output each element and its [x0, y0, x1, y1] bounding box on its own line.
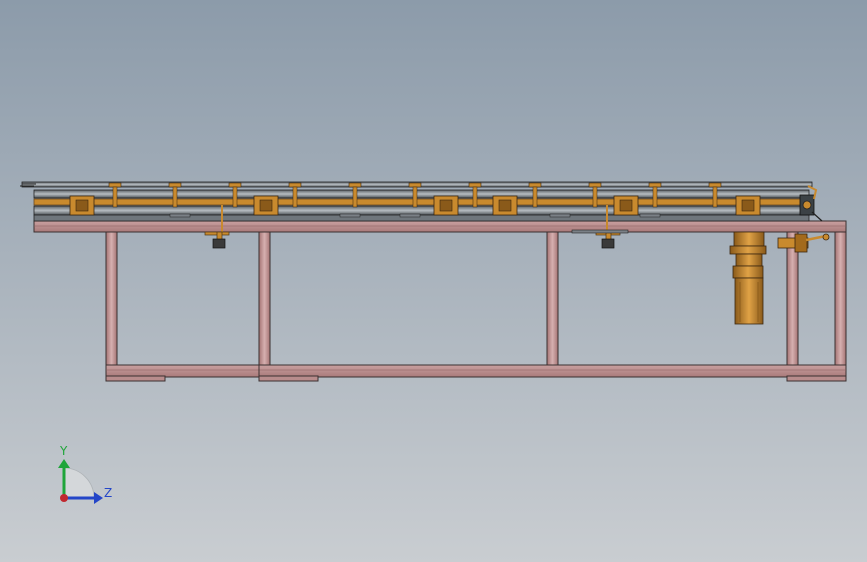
lower-rail[interactable] — [33, 205, 810, 216]
chain-pin — [592, 186, 598, 208]
cad-viewport[interactable]: Y Z — [0, 0, 867, 562]
chain-band[interactable] — [33, 198, 810, 206]
z-axis-label: Z — [104, 486, 112, 500]
carriage-core — [741, 199, 755, 212]
chain-pin — [412, 186, 418, 208]
rail-bracket — [169, 213, 191, 218]
track-clip — [168, 182, 182, 188]
track-clip — [588, 182, 602, 188]
leg[interactable] — [258, 231, 271, 367]
sensor-body[interactable] — [212, 238, 226, 249]
y-axis-label: Y — [59, 444, 68, 458]
origin-dot — [60, 494, 68, 502]
rail-bracket — [339, 213, 361, 218]
gearbox[interactable] — [732, 265, 764, 279]
chain-pin — [652, 186, 658, 208]
base-rail — [33, 214, 810, 222]
top-beam[interactable] — [33, 220, 847, 233]
chain-pin — [172, 186, 178, 208]
carriage-core — [259, 199, 273, 212]
track-clip — [408, 182, 422, 188]
chain-pin — [112, 186, 118, 208]
motor-mount[interactable] — [733, 231, 765, 247]
sensor-body[interactable] — [601, 238, 615, 249]
leg[interactable] — [105, 231, 118, 367]
chain-pin — [232, 186, 238, 208]
track-clip — [288, 182, 302, 188]
carriage-core — [619, 199, 633, 212]
foot-pad — [105, 375, 166, 382]
rail-bracket — [549, 213, 571, 218]
track-clip — [468, 182, 482, 188]
leg[interactable] — [546, 231, 559, 367]
rail-bracket — [639, 213, 661, 218]
carriage-core — [498, 199, 512, 212]
track-clip — [708, 182, 722, 188]
rail-bracket — [399, 213, 421, 218]
track-clip — [648, 182, 662, 188]
chain-pin — [712, 186, 718, 208]
track-clip — [228, 182, 242, 188]
track-clip — [528, 182, 542, 188]
foot-pad — [786, 375, 847, 382]
drive-motor[interactable] — [729, 231, 767, 325]
chain-pin — [472, 186, 478, 208]
viewport-canvas[interactable]: Y Z — [0, 0, 867, 562]
chain-pin — [292, 186, 298, 208]
foot-pad — [258, 375, 319, 382]
chain-pin — [352, 186, 358, 208]
leg[interactable] — [834, 231, 847, 367]
motor-body[interactable] — [734, 277, 764, 325]
track-clip — [108, 182, 122, 188]
bottom-beam[interactable] — [105, 364, 847, 378]
chain-pin — [532, 186, 538, 208]
carriage-core — [439, 199, 453, 212]
track-clip — [348, 182, 362, 188]
upper-rail[interactable] — [33, 189, 810, 199]
carriage-core — [75, 199, 89, 212]
